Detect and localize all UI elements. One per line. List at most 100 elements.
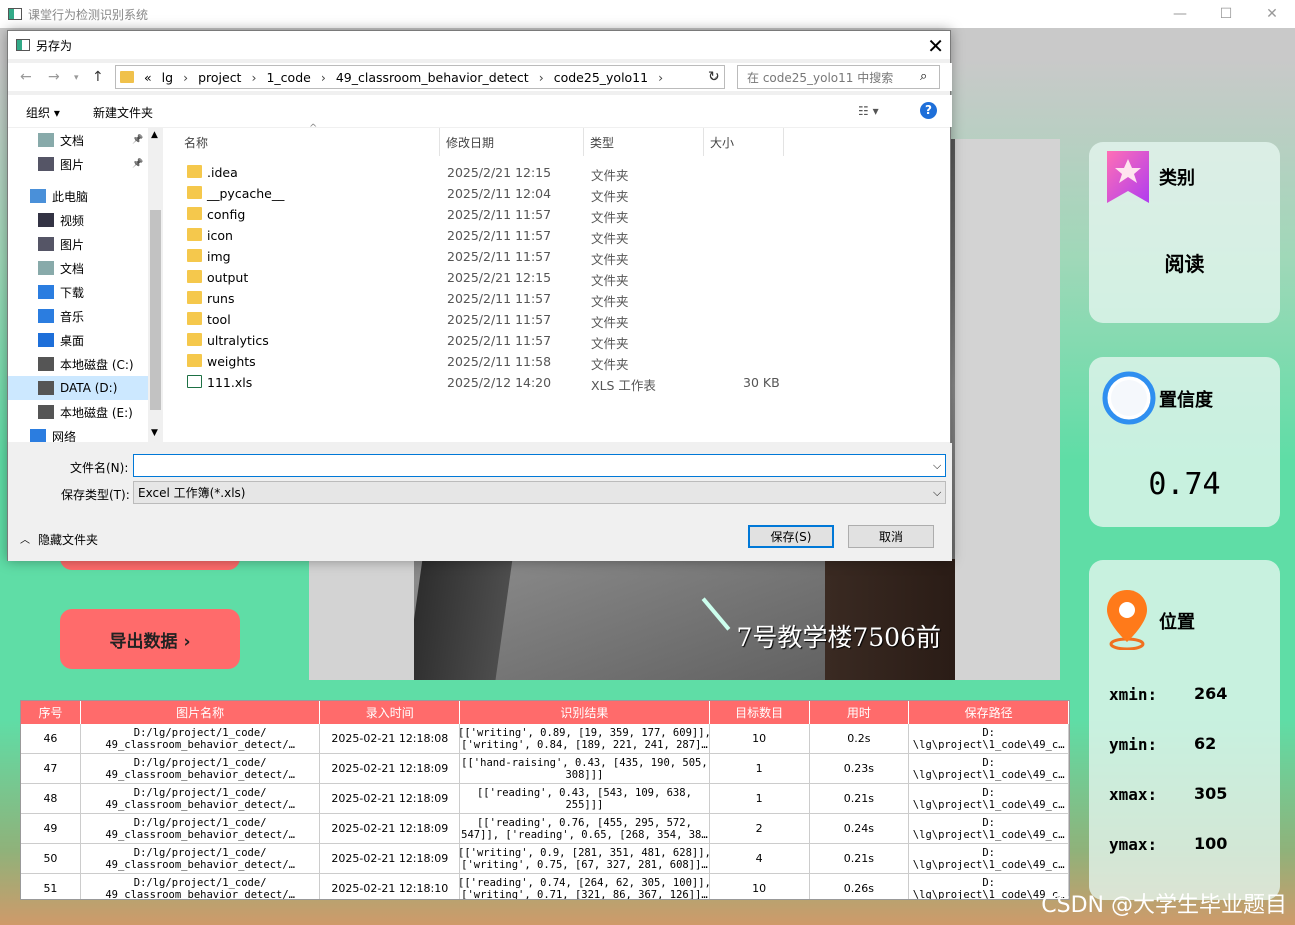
col-header-result[interactable]: 识别结果	[460, 701, 710, 724]
cell-result[interactable]: [['writing', 0.9, [281, 351, 481, 628]],…	[460, 844, 710, 873]
cell-cost[interactable]: 0.23s	[810, 754, 910, 783]
up-arrow-icon[interactable]: ↑	[92, 69, 104, 85]
filetype-dropdown-icon[interactable]: ⌵	[933, 486, 941, 500]
cell-id[interactable]: 49	[21, 814, 81, 843]
breadcrumb-project[interactable]: project	[198, 70, 241, 85]
cell-id[interactable]: 48	[21, 784, 81, 813]
hide-folders-toggle[interactable]: 隐藏文件夹	[38, 531, 98, 548]
file-row[interactable]: __pycache__ 2025/2/11 12:04 文件夹	[183, 183, 803, 204]
cell-path[interactable]: D: \lg\project\1_code\49_c…	[909, 724, 1069, 753]
table-row[interactable]: 47 D:/lg/project/1_code/ 49_classroom_beh…	[21, 754, 1069, 784]
filename-dropdown-icon[interactable]: ⌵	[933, 459, 941, 473]
nav-item-picture[interactable]: 图片 📌	[8, 152, 148, 176]
col-divider[interactable]	[783, 128, 784, 156]
back-arrow-icon[interactable]: ←	[20, 69, 32, 85]
pin-icon[interactable]: 📌	[132, 159, 143, 169]
cell-time[interactable]: 2025-02-21 12:18:10	[320, 874, 461, 899]
search-icon[interactable]: ⌕	[920, 69, 927, 84]
cell-path[interactable]: D: \lg\project\1_code\49_c…	[909, 784, 1069, 813]
cell-path[interactable]: D: \lg\project\1_code\49_c…	[909, 844, 1069, 873]
recent-dropdown-icon[interactable]: ▾	[74, 73, 79, 83]
cell-time[interactable]: 2025-02-21 12:18:09	[320, 814, 461, 843]
cell-id[interactable]: 46	[21, 724, 81, 753]
col-header-image[interactable]: 图片名称	[81, 701, 321, 724]
cell-result[interactable]: [['reading', 0.43, [543, 109, 638, 255]]…	[460, 784, 710, 813]
nav-item-drive[interactable]: 本地磁盘 (E:)	[8, 400, 148, 424]
file-row[interactable]: 111.xls 2025/2/12 14:20 XLS 工作表 30 KB	[183, 372, 803, 393]
file-row[interactable]: runs 2025/2/11 11:57 文件夹	[183, 288, 803, 309]
file-row[interactable]: icon 2025/2/11 11:57 文件夹	[183, 225, 803, 246]
nav-item-picture[interactable]: 图片	[8, 232, 148, 256]
cell-time[interactable]: 2025-02-21 12:18:09	[320, 844, 461, 873]
cell-result[interactable]: [['reading', 0.76, [455, 295, 572, 547]]…	[460, 814, 710, 843]
dialog-close-icon[interactable]: ✕	[927, 34, 944, 58]
chevron-right-icon[interactable]: ›	[658, 70, 663, 85]
cell-cost[interactable]: 0.21s	[810, 844, 910, 873]
nav-item-desktop[interactable]: 桌面	[8, 328, 148, 352]
nav-item-video[interactable]: 视频	[8, 208, 148, 232]
table-row[interactable]: 51 D:/lg/project/1_code/ 49_classroom_beh…	[21, 874, 1069, 899]
file-row[interactable]: config 2025/2/11 11:57 文件夹	[183, 204, 803, 225]
nav-item-drive[interactable]: DATA (D:)	[8, 376, 148, 400]
nav-item-network[interactable]: 网络	[8, 424, 148, 442]
cell-cost[interactable]: 0.24s	[810, 814, 910, 843]
cell-time[interactable]: 2025-02-21 12:18:08	[320, 724, 461, 753]
breadcrumb-49-classroom[interactable]: 49_classroom_behavior_detect	[336, 70, 529, 85]
cell-count[interactable]: 10	[710, 724, 810, 753]
breadcrumb-1-code[interactable]: 1_code	[266, 70, 310, 85]
col-divider[interactable]	[439, 128, 440, 156]
cell-name[interactable]: D:/lg/project/1_code/ 49_classroom_behav…	[81, 724, 321, 753]
table-row[interactable]: 46 D:/lg/project/1_code/ 49_classroom_beh…	[21, 724, 1069, 754]
col-header-cost[interactable]: 用时	[810, 701, 910, 724]
cell-name[interactable]: D:/lg/project/1_code/ 49_classroom_behav…	[81, 874, 321, 899]
cell-id[interactable]: 50	[21, 844, 81, 873]
col-type[interactable]: 类型	[590, 134, 614, 151]
chevron-up-icon[interactable]: ︿	[20, 531, 30, 546]
cell-time[interactable]: 2025-02-21 12:18:09	[320, 754, 461, 783]
cell-result[interactable]: [['writing', 0.89, [19, 359, 177, 609]],…	[460, 724, 710, 753]
cancel-button[interactable]: 取消	[848, 525, 934, 548]
table-row[interactable]: 48 D:/lg/project/1_code/ 49_classroom_beh…	[21, 784, 1069, 814]
nav-item-document[interactable]: 文档 📌	[8, 128, 148, 152]
breadcrumb-lg[interactable]: lg	[162, 70, 173, 85]
close-window-button[interactable]: ✕	[1249, 0, 1295, 28]
col-header-id[interactable]: 序号	[21, 701, 81, 724]
maximize-button[interactable]: ☐	[1203, 0, 1249, 28]
search-input[interactable]: 在 code25_yolo11 中搜索	[737, 65, 940, 89]
cell-name[interactable]: D:/lg/project/1_code/ 49_classroom_behav…	[81, 844, 321, 873]
minimize-button[interactable]: —	[1157, 0, 1203, 28]
cell-cost[interactable]: 0.2s	[810, 724, 910, 753]
cell-count[interactable]: 1	[710, 754, 810, 783]
breadcrumb-overflow[interactable]: «	[144, 70, 152, 85]
export-data-button[interactable]: 导出数据 ›	[60, 609, 240, 669]
scroll-down-icon[interactable]: ▼	[151, 428, 158, 438]
results-table[interactable]: 序号 图片名称 录入时间 识别结果 目标数目 用时 保存路径 46 D:/lg/p…	[20, 700, 1070, 900]
col-size[interactable]: 大小	[710, 134, 734, 151]
col-header-time[interactable]: 录入时间	[320, 701, 461, 724]
cell-name[interactable]: D:/lg/project/1_code/ 49_classroom_behav…	[81, 784, 321, 813]
pin-icon[interactable]: 📌	[132, 135, 143, 145]
file-row[interactable]: tool 2025/2/11 11:57 文件夹	[183, 309, 803, 330]
col-divider[interactable]	[583, 128, 584, 156]
cell-name[interactable]: D:/lg/project/1_code/ 49_classroom_behav…	[81, 814, 321, 843]
cell-cost[interactable]: 0.26s	[810, 874, 910, 899]
view-options-icon[interactable]: ☷ ▾	[858, 104, 879, 118]
table-row[interactable]: 49 D:/lg/project/1_code/ 49_classroom_beh…	[21, 814, 1069, 844]
chevron-right-icon[interactable]: ›	[539, 70, 544, 85]
file-row[interactable]: .idea 2025/2/21 12:15 文件夹	[183, 162, 803, 183]
breadcrumb-code25-yolo11[interactable]: code25_yolo11	[554, 70, 648, 85]
save-button[interactable]: 保存(S)	[748, 525, 834, 548]
col-name[interactable]: 名称	[184, 134, 208, 151]
file-row[interactable]: img 2025/2/11 11:57 文件夹	[183, 246, 803, 267]
address-bar[interactable]: « lg › project › 1_code › 49_classroom_beha…	[115, 65, 725, 89]
cell-count[interactable]: 4	[710, 844, 810, 873]
table-row[interactable]: 50 D:/lg/project/1_code/ 49_classroom_beh…	[21, 844, 1069, 874]
col-date[interactable]: 修改日期	[446, 134, 494, 151]
nav-scrollbar[interactable]: ▲ ▼	[148, 128, 163, 442]
help-icon[interactable]: ?	[920, 102, 937, 119]
nav-item-download[interactable]: 下载	[8, 280, 148, 304]
file-row[interactable]: output 2025/2/21 12:15 文件夹	[183, 267, 803, 288]
filetype-select[interactable]: Excel 工作簿(*.xls)	[133, 481, 946, 504]
forward-arrow-icon[interactable]: →	[48, 69, 60, 85]
nav-scroll-thumb[interactable]	[150, 210, 161, 410]
